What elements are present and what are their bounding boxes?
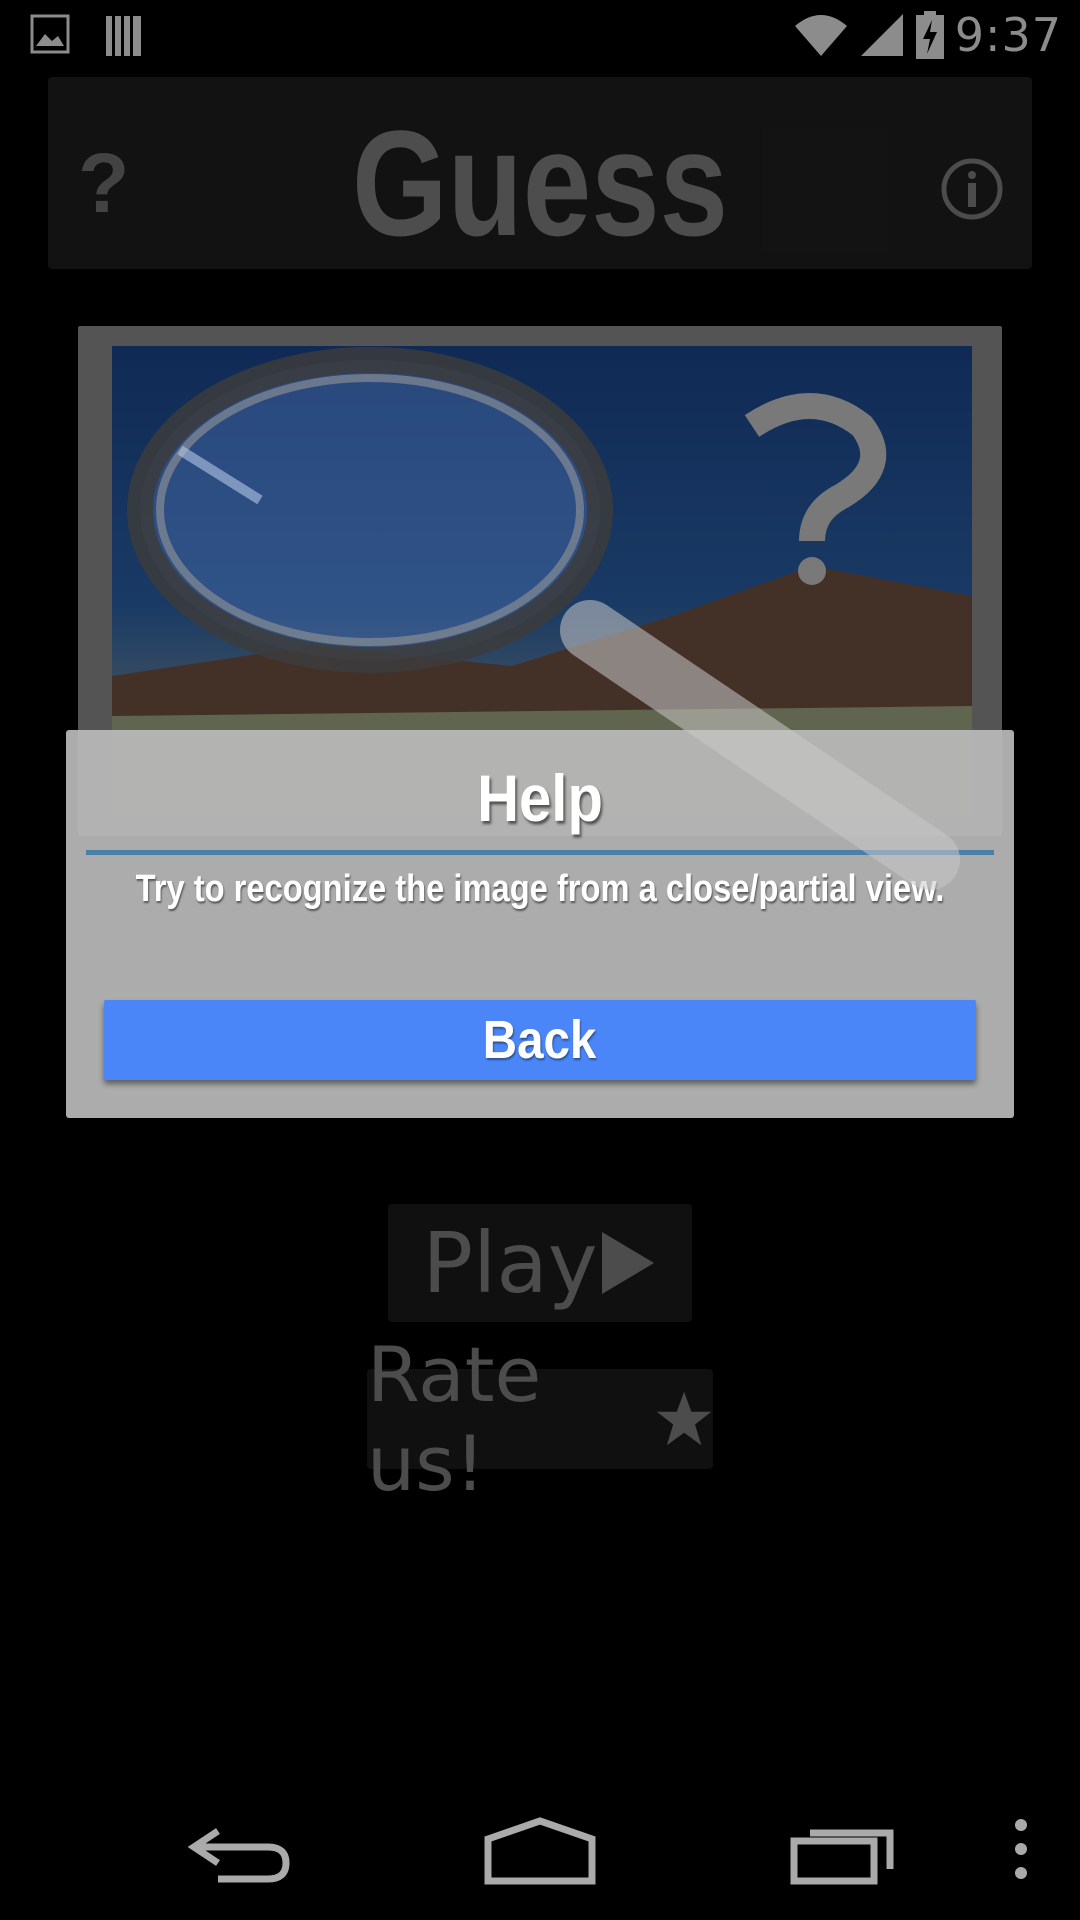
dialog-message: Try to recognize the image from a close/… <box>135 868 945 910</box>
back-icon[interactable] <box>188 1817 292 1887</box>
menu-icon[interactable] <box>1012 1817 1030 1887</box>
navigation-bar <box>0 1795 1080 1920</box>
home-icon[interactable] <box>484 1817 596 1887</box>
back-button-label: Back <box>483 1010 597 1070</box>
back-button[interactable]: Back <box>104 1000 976 1080</box>
recents-icon[interactable] <box>790 1817 896 1887</box>
dialog-title: Help <box>477 761 603 835</box>
dialog-divider <box>86 850 994 855</box>
help-dialog: Help Try to recognize the image from a c… <box>66 730 1014 1118</box>
